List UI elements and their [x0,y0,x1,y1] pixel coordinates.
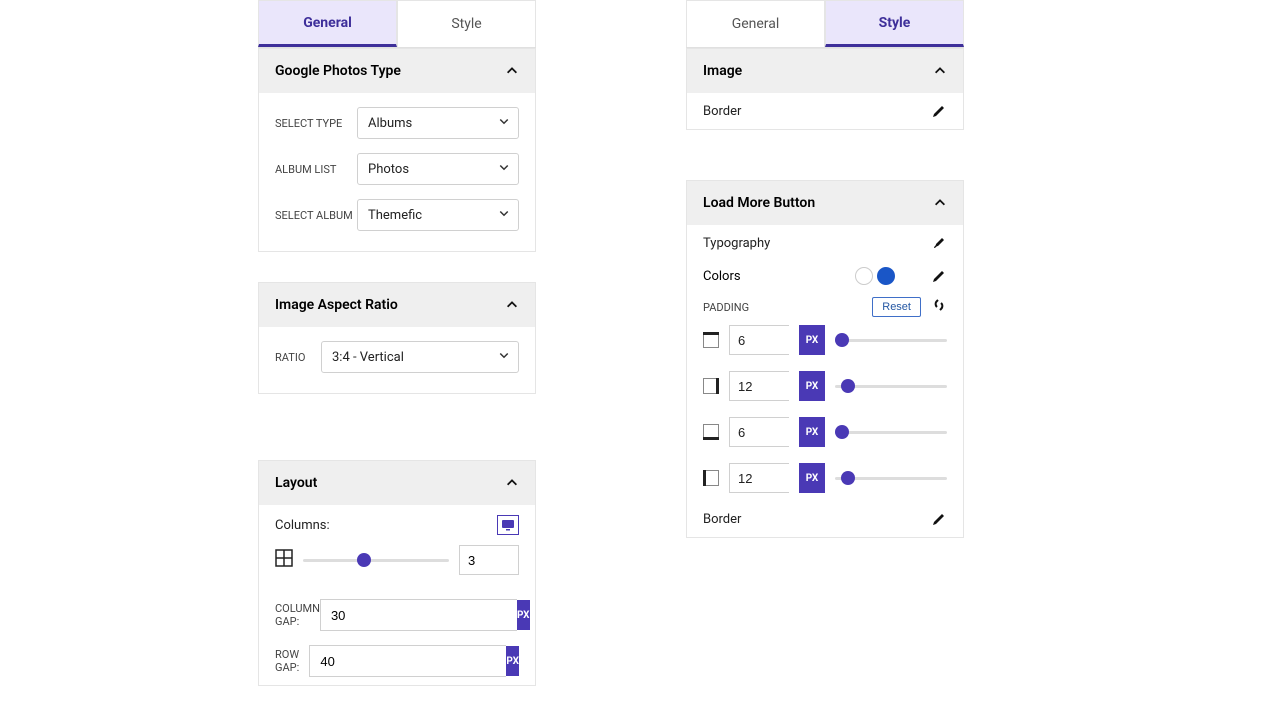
color-swatch-white[interactable] [855,267,873,285]
link-values-icon[interactable] [931,297,947,317]
desktop-device-icon[interactable] [497,515,519,535]
padding-bottom-icon [703,424,719,440]
chevron-down-icon [498,115,510,131]
select-album-dropdown[interactable]: Themefic [357,199,519,231]
tabs-left: General Style [258,0,536,48]
padding-bottom-input[interactable] [729,417,789,447]
tab-style[interactable]: Style [397,0,536,47]
chevron-up-icon [505,476,519,490]
pencil-icon[interactable] [931,268,947,284]
layout-panel: Layout Columns: [258,460,536,686]
unit-px[interactable]: PX [517,600,530,630]
padding-top-input[interactable] [729,325,789,355]
select-album-label: Select Album [275,209,357,222]
columns-input[interactable] [459,545,519,575]
chevron-up-icon [933,196,947,210]
pencil-icon[interactable] [931,511,947,527]
unit-px[interactable]: PX [799,325,825,355]
tab-general-right[interactable]: General [686,0,825,47]
chevron-down-icon [498,207,510,223]
chevron-up-icon [933,64,947,78]
section-title: Image Aspect Ratio [275,297,398,313]
ratio-label: Ratio [275,351,321,364]
section-toggle-image[interactable]: Image [687,49,963,93]
column-gap-input[interactable] [320,599,517,631]
chevron-down-icon [498,161,510,177]
brush-icon[interactable] [931,235,947,251]
loadmore-border-label: Border [703,512,741,527]
padding-top-slider[interactable] [835,332,947,348]
columns-slider[interactable] [303,552,449,568]
select-type-dropdown[interactable]: Albums [357,107,519,139]
chevron-up-icon [505,64,519,78]
chevron-up-icon [505,298,519,312]
columns-grid-icon [275,549,293,571]
padding-label: Padding [703,301,749,314]
section-title: Google Photos Type [275,63,401,79]
reset-button[interactable]: Reset [872,297,921,317]
padding-left-input[interactable] [729,463,789,493]
section-toggle-gphotos[interactable]: Google Photos Type [259,49,535,93]
section-title: Load More Button [703,195,815,211]
typography-label: Typography [703,236,770,251]
section-toggle-layout[interactable]: Layout [259,461,535,505]
tabs-right: General Style [686,0,964,48]
colors-label: Colors [703,269,741,284]
chevron-down-icon [498,349,510,365]
image-border-label: Border [703,104,741,119]
padding-left-slider[interactable] [835,470,947,486]
color-swatch-blue[interactable] [877,267,895,285]
column-gap-label: Column Gap: [275,602,320,628]
row-gap-label: Row Gap: [275,648,309,674]
google-photos-type-panel: Google Photos Type Select Type Albums Al… [258,48,536,252]
pencil-icon[interactable] [931,103,947,119]
section-toggle-loadmore[interactable]: Load More Button [687,181,963,225]
unit-px[interactable]: PX [799,463,825,493]
unit-px[interactable]: PX [799,371,825,401]
ratio-dropdown[interactable]: 3:4 - Vertical [321,341,519,373]
unit-px[interactable]: PX [506,646,519,676]
image-style-panel: Image Border [686,48,964,130]
padding-left-icon [703,470,719,486]
load-more-button-panel: Load More Button Typography Colors [686,180,964,538]
unit-px[interactable]: PX [799,417,825,447]
padding-right-icon [703,378,719,394]
tab-general[interactable]: General [258,0,397,47]
select-type-label: Select Type [275,117,357,130]
padding-top-icon [703,332,719,348]
padding-right-input[interactable] [729,371,789,401]
row-gap-input[interactable] [309,645,506,677]
section-toggle-aspect[interactable]: Image Aspect Ratio [259,283,535,327]
album-list-label: Album List [275,163,357,176]
tab-style-right[interactable]: Style [825,0,964,47]
padding-bottom-slider[interactable] [835,424,947,440]
padding-right-slider[interactable] [835,378,947,394]
image-aspect-ratio-panel: Image Aspect Ratio Ratio 3:4 - Vertical [258,282,536,394]
album-list-dropdown[interactable]: Photos [357,153,519,185]
columns-label: Columns: [275,518,330,533]
section-title: Image [703,63,742,79]
section-title: Layout [275,475,317,491]
